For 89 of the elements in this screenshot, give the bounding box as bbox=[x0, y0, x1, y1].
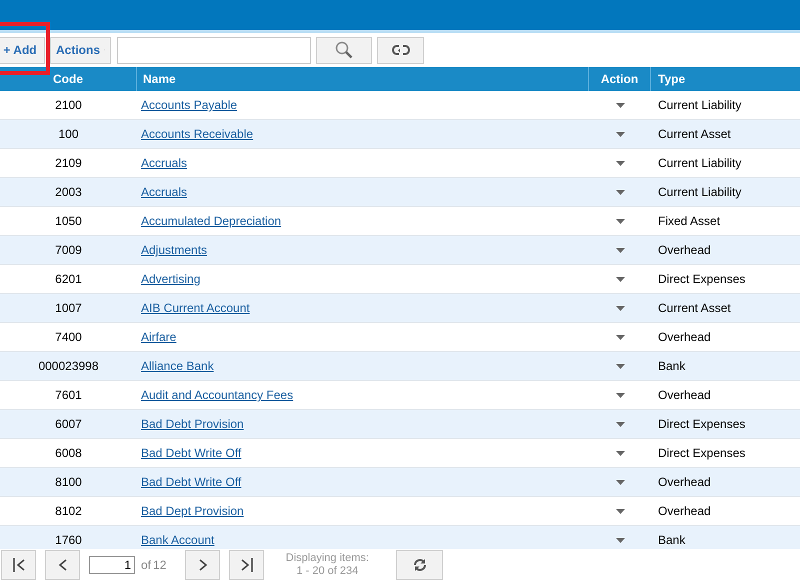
account-link[interactable]: Bad Debt Write Off bbox=[141, 446, 242, 460]
table-cell: 1050 bbox=[55, 214, 82, 228]
table-cell: 7400 bbox=[55, 330, 82, 344]
table-cell: Fixed Asset bbox=[658, 214, 720, 228]
previous-page-button[interactable] bbox=[45, 550, 80, 580]
page-of-label: of bbox=[141, 558, 152, 572]
table-cell: 1760 bbox=[55, 533, 82, 547]
dropdown-caret-icon[interactable] bbox=[616, 364, 624, 368]
account-link[interactable]: AIB Current Account bbox=[141, 301, 250, 315]
page-number-field[interactable]: 1 bbox=[89, 556, 135, 574]
account-link[interactable]: Audit and Accountancy Fees bbox=[141, 388, 294, 402]
table-cell: Current Liability bbox=[658, 185, 742, 199]
account-link[interactable]: Accruals bbox=[141, 185, 188, 199]
table-cell: 000023998 bbox=[38, 359, 99, 373]
dropdown-caret-icon[interactable] bbox=[616, 422, 624, 426]
table-cell: Overhead bbox=[658, 504, 711, 518]
dropdown-caret-icon[interactable] bbox=[616, 392, 624, 398]
table-cell: 100 bbox=[58, 127, 79, 141]
dropdown-caret-icon[interactable] bbox=[616, 218, 624, 224]
table-cell: 6007 bbox=[55, 417, 82, 431]
table-cell: Current Asset bbox=[658, 127, 731, 141]
dropdown-caret-icon[interactable] bbox=[616, 132, 624, 136]
search-icon bbox=[335, 41, 353, 59]
table-cell: 6008 bbox=[55, 446, 82, 460]
refresh-button[interactable] bbox=[396, 550, 444, 580]
next-page-button[interactable] bbox=[185, 550, 220, 580]
account-link[interactable]: Bank Account bbox=[141, 533, 214, 547]
dropdown-caret-icon[interactable] bbox=[616, 276, 624, 282]
table-cell: 6201 bbox=[55, 272, 82, 286]
table-cell: Overhead bbox=[658, 330, 711, 344]
table-cell: Bank bbox=[658, 533, 686, 547]
dropdown-caret-icon[interactable] bbox=[616, 248, 624, 252]
table-cell: Direct Expenses bbox=[658, 417, 746, 431]
dropdown-caret-icon[interactable] bbox=[616, 160, 624, 166]
search-field[interactable] bbox=[117, 36, 311, 64]
table-cell: 2003 bbox=[55, 185, 82, 199]
dropdown-caret-icon[interactable] bbox=[616, 102, 624, 108]
table-cell: Overhead bbox=[658, 243, 711, 257]
highlight-box bbox=[0, 22, 50, 75]
dropdown-caret-icon[interactable] bbox=[616, 538, 624, 542]
actions-button[interactable]: Actions bbox=[50, 36, 111, 64]
column-header[interactable]: Name bbox=[137, 67, 589, 91]
table-cell: Current Asset bbox=[658, 301, 731, 315]
column-header[interactable]: Action bbox=[589, 67, 651, 91]
account-link[interactable]: Accounts Receivable bbox=[141, 127, 254, 141]
link-icon bbox=[392, 44, 410, 56]
account-link[interactable]: Accounts Payable bbox=[141, 98, 238, 112]
account-link[interactable]: Advertising bbox=[141, 272, 200, 286]
column-header[interactable]: Type bbox=[651, 67, 800, 91]
table-cell: Overhead bbox=[658, 388, 711, 402]
add-button[interactable]: + Add bbox=[0, 36, 45, 64]
dropdown-caret-icon[interactable] bbox=[616, 190, 624, 194]
first-page-icon bbox=[12, 557, 26, 573]
account-link[interactable]: Bad Dept Provision bbox=[141, 504, 244, 518]
account-link[interactable]: Accumulated Depreciation bbox=[141, 214, 282, 228]
account-link[interactable]: Airfare bbox=[141, 330, 176, 344]
table-cell: 2100 bbox=[55, 98, 82, 112]
account-link[interactable]: Bad Debt Provision bbox=[141, 417, 244, 431]
search-button[interactable] bbox=[316, 36, 372, 64]
account-link[interactable]: Bad Debt Write Off bbox=[141, 475, 242, 489]
account-link[interactable]: Alliance Bank bbox=[141, 359, 214, 373]
display-range: 1 - 20 of 234 bbox=[296, 565, 358, 578]
first-page-button[interactable] bbox=[1, 550, 36, 580]
account-link[interactable]: Accruals bbox=[141, 156, 188, 170]
table-cell: Bank bbox=[658, 359, 686, 373]
table-cell: Current Liability bbox=[658, 156, 742, 170]
table-cell: 8100 bbox=[55, 475, 82, 489]
table-cell: 2109 bbox=[55, 156, 82, 170]
dropdown-caret-icon[interactable] bbox=[616, 450, 624, 456]
table-cell: 8102 bbox=[55, 504, 82, 518]
dropdown-caret-icon[interactable] bbox=[616, 508, 624, 514]
dropdown-caret-icon[interactable] bbox=[616, 306, 624, 310]
table-cell: 1007 bbox=[55, 301, 82, 315]
dropdown-caret-icon[interactable] bbox=[616, 334, 624, 340]
table-cell: Overhead bbox=[658, 475, 711, 489]
table-cell: 7601 bbox=[55, 388, 82, 402]
table-cell: Direct Expenses bbox=[658, 446, 746, 460]
display-label: Displaying items: bbox=[286, 552, 369, 565]
column-header[interactable]: Code bbox=[0, 67, 137, 91]
table-cell: 7009 bbox=[55, 243, 82, 257]
refresh-icon bbox=[412, 557, 428, 573]
last-page-button[interactable] bbox=[229, 550, 264, 580]
last-page-icon bbox=[240, 557, 254, 573]
account-link[interactable]: Adjustments bbox=[141, 243, 208, 257]
table-cell: Direct Expenses bbox=[658, 272, 746, 286]
table-cell: Current Liability bbox=[658, 98, 742, 112]
link-button[interactable] bbox=[377, 36, 424, 64]
dropdown-caret-icon[interactable] bbox=[616, 480, 624, 484]
total-pages: 12 bbox=[153, 558, 166, 572]
